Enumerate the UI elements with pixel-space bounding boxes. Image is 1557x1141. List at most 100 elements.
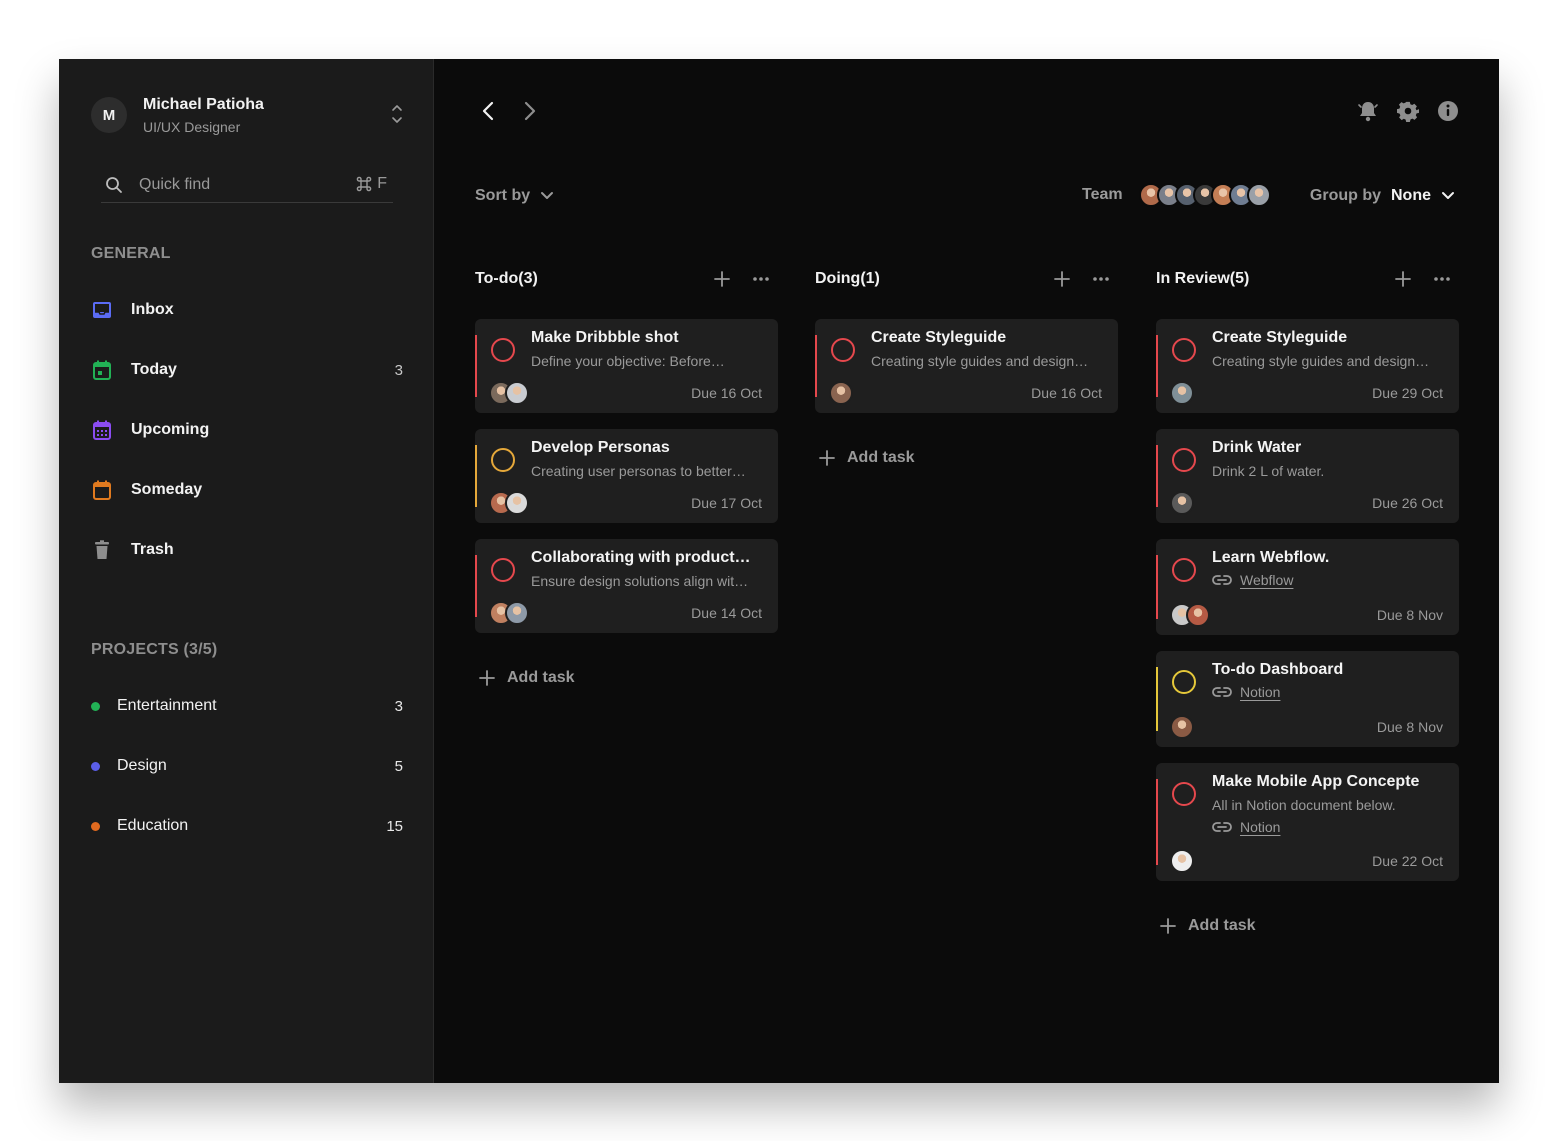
kanban-column: Doing(1) Create Styleguide Creating style … (815, 267, 1118, 467)
column-header: Doing(1) (815, 267, 1118, 291)
project-color-dot (91, 701, 100, 711)
task-card[interactable]: Drink Water Drink 2 L of water. Due 26 Oct (1156, 429, 1459, 523)
plus-icon[interactable] (714, 271, 730, 287)
forward-arrow-icon[interactable] (518, 99, 540, 123)
task-complete-checkbox[interactable] (491, 338, 515, 362)
add-task-button[interactable]: Add task (819, 449, 1118, 467)
task-link[interactable]: Notion (1212, 819, 1280, 835)
group-by-dropdown[interactable]: Group by None (1310, 187, 1455, 205)
task-card[interactable]: Develop Personas Creating user personas t… (475, 429, 778, 523)
kanban-column: To-do(3) Make Dribbble shot Define your ob… (475, 267, 778, 687)
sidebar-item-today[interactable]: Today 3 (91, 356, 403, 384)
assignee-avatars (489, 381, 529, 405)
plus-icon (1160, 918, 1176, 934)
sidebar-item-upcoming[interactable]: Upcoming (91, 416, 403, 444)
add-task-button[interactable]: Add task (1160, 917, 1459, 935)
task-complete-checkbox[interactable] (1172, 558, 1196, 582)
assignee-avatar[interactable] (1170, 849, 1194, 873)
priority-bar (475, 445, 477, 507)
task-complete-checkbox[interactable] (491, 558, 515, 582)
more-icon[interactable] (1092, 276, 1110, 282)
priority-bar (1156, 445, 1158, 507)
project-item-entertainment[interactable]: Entertainment 3 (91, 692, 403, 720)
search-icon (105, 176, 123, 194)
group-by-label: Group by (1309, 187, 1381, 204)
project-count: 3 (394, 697, 403, 715)
task-complete-checkbox[interactable] (491, 448, 515, 472)
calendar-upcoming-icon (91, 419, 113, 441)
assignee-avatar[interactable] (1170, 381, 1194, 405)
assignee-avatar[interactable] (505, 381, 529, 405)
task-card[interactable]: Learn Webflow. Webflow Due 8 Nov (1156, 539, 1459, 635)
task-title: Make Mobile App Concepte (1212, 773, 1420, 790)
quick-find[interactable]: F (101, 167, 393, 203)
task-card[interactable]: To-do Dashboard Notion Due 8 Nov (1156, 651, 1459, 747)
sidebar-item-inbox[interactable]: Inbox (91, 296, 403, 324)
task-card[interactable]: Create Styleguide Creating style guides a… (815, 319, 1118, 413)
task-complete-checkbox[interactable] (1172, 448, 1196, 472)
assignee-avatar[interactable] (505, 601, 529, 625)
task-description: Define your objective: Before… (531, 353, 725, 369)
search-input[interactable] (139, 175, 339, 194)
priority-bar (1156, 335, 1158, 397)
task-link[interactable]: Webflow (1212, 572, 1293, 588)
plus-icon[interactable] (1395, 271, 1411, 287)
task-complete-checkbox[interactable] (1172, 670, 1196, 694)
task-card[interactable]: Make Dribbble shot Define your objective:… (475, 319, 778, 413)
task-title: Develop Personas (531, 439, 670, 456)
sidebar-item-label: Upcoming (131, 421, 210, 438)
app-window: M Michael Patioha UI/UX Designer F GENER… (59, 59, 1499, 1083)
assignee-avatar[interactable] (829, 381, 853, 405)
sort-by-dropdown[interactable]: Sort by (475, 187, 554, 205)
assignee-avatar[interactable] (1186, 603, 1210, 627)
task-card[interactable]: Collaborating with product… Ensure design… (475, 539, 778, 633)
back-arrow-icon[interactable] (478, 99, 500, 123)
task-link[interactable]: Notion (1212, 684, 1280, 700)
inbox-icon (91, 299, 113, 321)
chevron-down-icon (1441, 191, 1455, 201)
more-icon[interactable] (1433, 276, 1451, 282)
team-filter[interactable]: Team (1082, 183, 1271, 207)
sidebar-item-label: Inbox (131, 301, 174, 318)
info-icon[interactable] (1437, 99, 1459, 123)
add-task-label: Add task (1188, 917, 1256, 934)
task-due-date: Due 16 Oct (1031, 385, 1102, 401)
profile-name: Michael Patioha (143, 95, 264, 113)
bell-icon[interactable] (1357, 99, 1379, 123)
profile-role: UI/UX Designer (143, 118, 241, 135)
column-title: To-do(3) (475, 270, 538, 287)
assignee-avatar[interactable] (505, 491, 529, 515)
team-label: Team (1082, 186, 1123, 203)
assignee-avatar[interactable] (1170, 715, 1194, 739)
priority-bar (1156, 555, 1158, 619)
sidebar-item-label: Today (131, 361, 177, 378)
sidebar-item-label: Trash (131, 541, 174, 558)
add-task-label: Add task (847, 449, 915, 466)
column-title: Doing(1) (815, 270, 880, 287)
task-link-label: Notion (1240, 819, 1281, 835)
project-item-education[interactable]: Education 15 (91, 812, 403, 840)
task-title: Create Styleguide (1212, 329, 1348, 346)
project-label: Entertainment (117, 697, 217, 714)
team-member-avatar[interactable] (1246, 183, 1271, 207)
sidebar-item-someday[interactable]: Someday (91, 476, 403, 504)
task-card[interactable]: Make Mobile App Concepte All in Notion do… (1156, 763, 1459, 881)
plus-icon[interactable] (1054, 271, 1070, 287)
task-complete-checkbox[interactable] (1172, 338, 1196, 362)
task-card[interactable]: Create Styleguide Creating style guides a… (1156, 319, 1459, 413)
assignee-avatar[interactable] (1170, 491, 1194, 515)
chevron-updown-icon[interactable] (391, 103, 403, 130)
shortcut-hint: F (355, 175, 387, 193)
task-description: Creating style guides and design… (871, 353, 1089, 369)
task-complete-checkbox[interactable] (1172, 782, 1196, 806)
project-item-design[interactable]: Design 5 (91, 752, 403, 780)
add-task-button[interactable]: Add task (479, 669, 778, 687)
task-complete-checkbox[interactable] (831, 338, 855, 362)
gear-icon[interactable] (1397, 99, 1419, 123)
priority-bar (1156, 667, 1158, 731)
more-icon[interactable] (752, 276, 770, 282)
priority-bar (475, 555, 477, 617)
sidebar-item-trash[interactable]: Trash (91, 536, 403, 564)
history-nav (478, 99, 540, 123)
profile-switcher[interactable]: M Michael Patioha UI/UX Designer (91, 95, 403, 135)
